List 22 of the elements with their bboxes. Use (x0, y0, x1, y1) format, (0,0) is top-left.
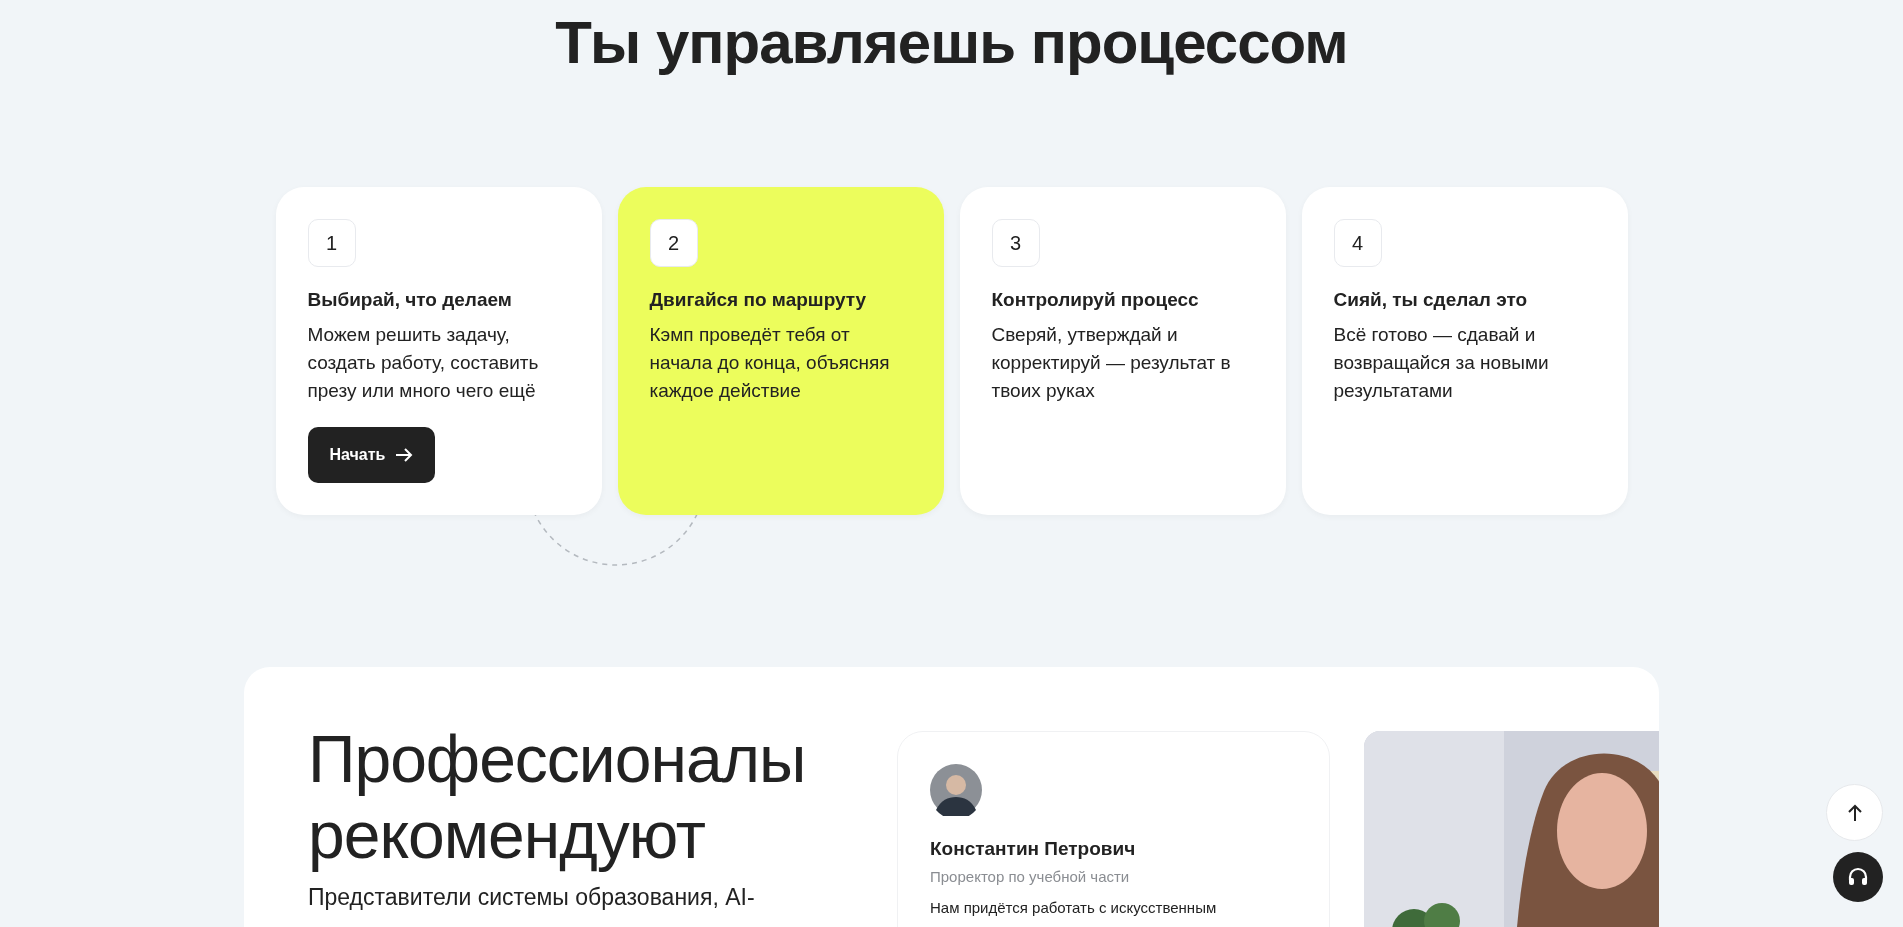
step-number: 3 (991, 219, 1040, 267)
step-title: Выбирай, что делаем (307, 289, 512, 311)
recommend-heading: Профессионалы рекомендуют (308, 721, 807, 873)
step-text: Можем решить задачу, создать работу, составить презу или много чего ещё (307, 323, 540, 403)
testimonial-quote: Нам придётся работать с искусственным (930, 899, 1217, 916)
recommend-text: Представители системы образования, AI- (308, 883, 756, 911)
step-number: 2 (649, 219, 698, 267)
step-title: Контролируй процесс (991, 289, 1199, 311)
step-number: 1 (307, 219, 356, 267)
step-text: Сверяй, утверждай и корректируй — результат в твоих руках (991, 323, 1232, 403)
person-role: Проректор по учебной части (930, 868, 1130, 885)
section-title: Ты управляешь процессом (554, 8, 1349, 78)
step-title: Сияй, ты сделал это (1333, 289, 1528, 311)
step-text: Кэмп проведёт тебя от начала до конца, объясняя каждое действие (649, 323, 891, 403)
support-button[interactable] (1833, 852, 1883, 902)
person-name: Константин Петрович (930, 838, 1136, 860)
arrow-right-icon (395, 447, 414, 463)
arrow-up-icon (1846, 803, 1863, 822)
step-title: Двигайся по маршруту (649, 289, 867, 311)
step-number: 4 (1333, 219, 1382, 267)
step-text: Всё готово — сдавай и возвращайся за новыми результатами (1333, 323, 1550, 403)
start-button[interactable]: Начать (307, 427, 436, 483)
